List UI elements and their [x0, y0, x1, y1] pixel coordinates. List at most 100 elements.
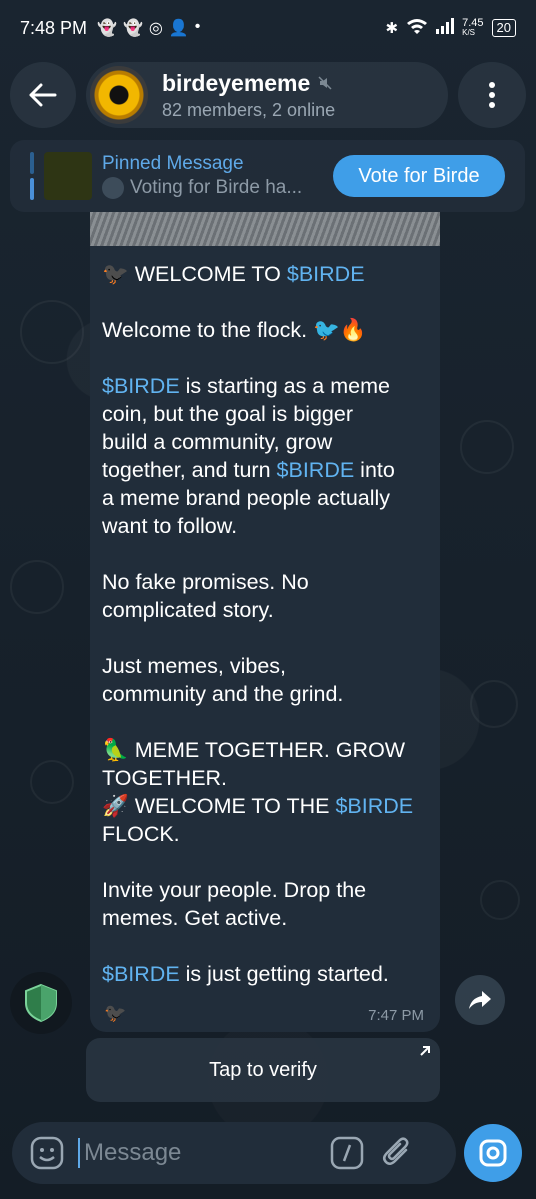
- message-input[interactable]: [78, 1138, 326, 1168]
- bot-command-icon[interactable]: [330, 1136, 364, 1170]
- system-icons: ✱ 7.45 K/S 20: [386, 18, 516, 38]
- poll-icon: [102, 177, 124, 199]
- message-line: 🐦‍⬛ WELCOME TO $BIRDE: [102, 260, 428, 288]
- notification-icons: 👻 👻 ◎ 👤 •: [97, 18, 200, 38]
- more-vertical-icon: [489, 82, 495, 108]
- ticker-link[interactable]: $BIRDE: [102, 962, 180, 986]
- message-line: memes. Get active.: [102, 904, 428, 932]
- ticker-link[interactable]: $BIRDE: [102, 374, 180, 398]
- message-line: $BIRDE is starting as a meme: [102, 372, 428, 400]
- message-line: build a community, grow: [102, 428, 428, 456]
- add-user-icon: 👤: [168, 20, 189, 37]
- line-text: No fake promises. No: [102, 570, 309, 594]
- camera-button[interactable]: [464, 1124, 522, 1182]
- message-line: a meme brand people actually: [102, 484, 428, 512]
- sender-avatar[interactable]: [10, 972, 72, 1034]
- line-text: TOGETHER.: [102, 766, 228, 790]
- pinned-message-bar[interactable]: Pinned Message Voting for Birde ha... Vo…: [10, 140, 525, 212]
- whatsapp-icon: ◎: [148, 20, 163, 37]
- external-arrow-icon: [420, 1046, 430, 1056]
- chat-title-row: birdeyememe: [162, 70, 335, 97]
- back-button[interactable]: [10, 62, 76, 128]
- message-line: FLOCK.: [102, 820, 428, 848]
- message-line: TOGETHER.: [102, 764, 428, 792]
- ticker-link[interactable]: $BIRDE: [287, 262, 365, 286]
- verify-label: Tap to verify: [209, 1058, 317, 1081]
- chat-title: birdeyememe: [162, 69, 311, 96]
- forward-button[interactable]: [455, 975, 505, 1025]
- status-time: 7:48 PM: [20, 17, 88, 38]
- group-avatar[interactable]: [90, 66, 148, 124]
- line-text: Just memes, vibes,: [102, 654, 286, 678]
- message-line: community and the grind.: [102, 680, 428, 708]
- message-text: 🐦‍⬛ WELCOME TO $BIRDE Welcome to the floc…: [102, 260, 428, 988]
- pinned-indicator: [30, 152, 34, 200]
- line-text: coin, but the goal is bigger: [102, 402, 353, 426]
- line-text: Invite your people. Drop the: [102, 878, 367, 902]
- arrow-left-icon: [29, 83, 57, 107]
- message-line: 🦜 MEME TOGETHER. GROW: [102, 736, 428, 764]
- message-line: complicated story.: [102, 596, 428, 624]
- ticker-link[interactable]: $BIRDE: [335, 794, 413, 818]
- message-line: together, and turn $BIRDE into: [102, 456, 428, 484]
- message-line: Invite your people. Drop the: [102, 876, 428, 904]
- dot-icon: •: [194, 18, 201, 35]
- snapchat-icon: 👻: [97, 20, 117, 37]
- message-time: 7:47 PM: [368, 1007, 424, 1024]
- line-text: 🐦‍⬛ WELCOME TO: [102, 262, 287, 286]
- crow-icon: 🐦‍⬛: [104, 1003, 127, 1023]
- wifi-icon: [406, 18, 428, 38]
- vote-button[interactable]: Vote for Birde: [333, 155, 505, 197]
- camera-icon: [479, 1139, 507, 1167]
- message-line: $BIRDE is just getting started.: [102, 960, 428, 988]
- message-line: 🚀 WELCOME TO THE $BIRDE: [102, 792, 428, 820]
- battery-indicator: 20: [491, 19, 516, 37]
- line-text: a meme brand people actually: [102, 486, 391, 510]
- line-text: is starting as a meme: [179, 374, 390, 398]
- line-text: into: [354, 458, 395, 482]
- message-line: Welcome to the flock. 🐦🔥: [102, 316, 428, 344]
- message-image[interactable]: [90, 212, 440, 246]
- line-text: Welcome to the flock. 🐦🔥: [102, 318, 367, 342]
- line-text: community and the grind.: [102, 682, 344, 706]
- verify-button[interactable]: Tap to verify: [86, 1038, 440, 1102]
- ticker-link[interactable]: $BIRDE: [277, 458, 355, 482]
- muted-icon: [318, 76, 332, 90]
- message-line: Just memes, vibes,: [102, 652, 428, 680]
- pinned-thumbnail: [44, 152, 92, 200]
- net-speed: 7.45 K/S: [462, 17, 484, 38]
- pinned-title: Pinned Message: [102, 153, 244, 174]
- line-text: together, and turn: [102, 458, 277, 482]
- member-count: 82 members, 2 online: [162, 99, 336, 120]
- signal-icon: [436, 18, 455, 38]
- forward-icon: [469, 991, 491, 1009]
- line-text: is just getting started.: [179, 962, 389, 986]
- chat-header[interactable]: birdeyememe 82 members, 2 online: [86, 62, 448, 128]
- line-text: want to follow.: [102, 514, 238, 538]
- message-bubble[interactable]: 🐦‍⬛ WELCOME TO $BIRDE Welcome to the floc…: [90, 246, 440, 1032]
- status-bar: 7:48 PM 👻 👻 ◎ 👤 • ✱ 7.45 K/S 20: [0, 0, 536, 56]
- line-text: 🦜 MEME TOGETHER. GROW: [102, 738, 406, 762]
- line-text: 🚀 WELCOME TO THE: [102, 794, 336, 818]
- line-text: FLOCK.: [102, 822, 180, 846]
- snapchat-icon: 👻: [122, 20, 143, 37]
- sticker-icon[interactable]: [30, 1136, 64, 1170]
- message-line: No fake promises. No: [102, 568, 428, 596]
- message-composer: [12, 1122, 456, 1184]
- message-line: coin, but the goal is bigger: [102, 400, 428, 428]
- message-line: want to follow.: [102, 512, 428, 540]
- more-options-button[interactable]: [458, 62, 526, 128]
- bluetooth-icon: ✱: [385, 20, 399, 37]
- shield-icon: [25, 983, 57, 1023]
- pinned-preview-row: Voting for Birde ha...: [102, 177, 324, 199]
- pinned-preview: Voting for Birde ha...: [130, 177, 303, 198]
- line-text: complicated story.: [102, 598, 274, 622]
- attach-icon[interactable]: [382, 1136, 412, 1170]
